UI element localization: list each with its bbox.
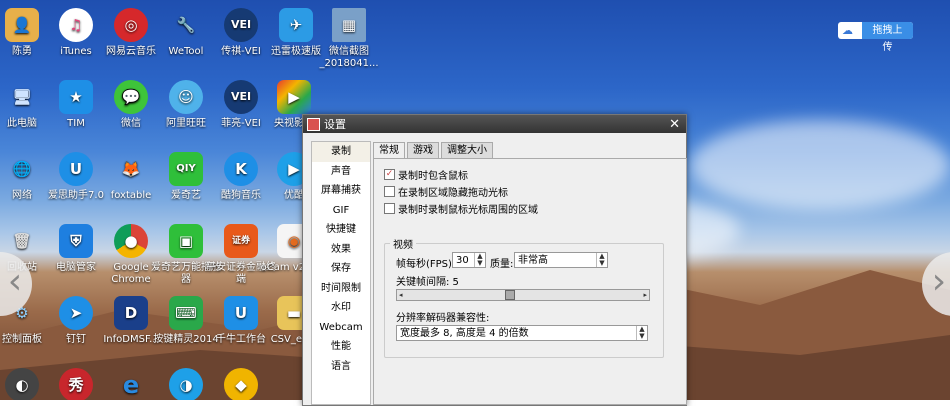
i4-icon: U [59, 152, 93, 186]
settings-dialog: 设置 ✕ 录制 声音 屏幕捕获 GIF 快捷键 效果 保存 时间限制 水印 We… [302, 114, 687, 406]
fox-icon: 🦊 [121, 160, 141, 178]
wangwang-icon: ☺ [169, 80, 203, 114]
sidebar-item-hotkeys[interactable]: 快捷键 [312, 220, 370, 240]
kugou-icon: K [224, 152, 258, 186]
ie-icon: e [122, 371, 140, 399]
drag-upload-button[interactable]: ☁ 拖拽上传 [838, 22, 913, 53]
unchecked-box [384, 186, 395, 197]
netease-music-icon: ◎ [114, 8, 148, 42]
sidebar-item-performance[interactable]: 性能 [312, 337, 370, 357]
unchecked-box [384, 203, 395, 214]
keyframe-slider[interactable]: ◂ ▸ [396, 289, 650, 301]
infodms-icon: D [114, 296, 148, 330]
vei-icon: VEI [224, 8, 258, 42]
chrome-icon: ● [114, 224, 148, 258]
resolution-label: 分辨率解码器兼容性: [396, 313, 490, 324]
sidebar-item-save[interactable]: 保存 [312, 259, 370, 279]
dialog-titlebar[interactable]: 设置 ✕ [303, 115, 686, 133]
sidebar-item-effects[interactable]: 效果 [312, 240, 370, 260]
desktop-icon-screenshot[interactable]: ▦ 微信截图_2018041... [313, 8, 385, 70]
slider-left-arrow-icon[interactable]: ◂ [399, 290, 403, 300]
pingan-icon: 证券 [224, 224, 258, 258]
chevron-left-icon: ‹ [7, 261, 23, 302]
bird-icon: ✈ [279, 8, 313, 42]
settings-tabs: 常规 游戏 调整大小 [373, 142, 495, 159]
sidebar-item-screen-capture[interactable]: 屏幕捕获 [312, 181, 370, 201]
sidebar-item-webcam[interactable]: Webcam [312, 318, 370, 338]
resolution-select[interactable]: 宽度最多 8, 高度是 4 的倍数 ▲ ▼ [396, 325, 648, 341]
quality-label: 质量: [490, 259, 514, 270]
app-logo-icon [307, 117, 320, 131]
network-icon: 🌐 [12, 160, 32, 178]
tab-general[interactable]: 常规 [373, 142, 405, 159]
fps-input[interactable]: 30 ▲ ▼ [452, 252, 486, 268]
itunes-icon: ♫ [59, 8, 93, 42]
iqiyi-icon: QIY [169, 152, 203, 186]
computer-icon: 🖥 [12, 88, 32, 106]
fps-label: 帧每秒(FPS): [396, 259, 456, 270]
keyboard-wizard-icon: ⌨ [169, 296, 203, 330]
checkmark-icon: ✓ [384, 169, 395, 180]
dingtalk-icon: ➤ [59, 296, 93, 330]
vei-icon: VEI [224, 80, 258, 114]
tab-resize[interactable]: 调整大小 [441, 142, 493, 158]
tab-game[interactable]: 游戏 [407, 142, 439, 158]
spin-arrows-icon[interactable]: ▲ ▼ [474, 253, 485, 267]
sidebar-item-record[interactable]: 录制 [312, 142, 370, 162]
dialog-title: 设置 [324, 118, 346, 131]
spin-arrows-icon[interactable]: ▲ ▼ [636, 326, 647, 340]
star-icon: ★ [59, 80, 93, 114]
close-icon[interactable]: ✕ [669, 117, 680, 132]
slider-right-arrow-icon[interactable]: ▸ [643, 290, 647, 300]
slider-thumb[interactable] [505, 290, 515, 300]
record-cursor-area-checkbox[interactable]: 录制时录制鼠标光标周围的区域 [384, 201, 538, 216]
keyframe-label: 关键帧间隔: 5 [396, 277, 459, 288]
sidebar-item-watermark[interactable]: 水印 [312, 298, 370, 318]
desktop-icon-partial-5[interactable]: ◆ [205, 368, 277, 400]
image-file-icon: ▦ [332, 8, 366, 42]
baidu-cloud-icon: ☁ [842, 23, 853, 37]
quality-select[interactable]: 非常高 ▲ ▼ [514, 252, 608, 268]
shield-icon: ⛨ [59, 224, 93, 258]
sidebar-item-language[interactable]: 语言 [312, 357, 370, 377]
include-cursor-checkbox[interactable]: ✓ 录制时包含鼠标 [384, 167, 468, 182]
qianniu-icon: U [224, 296, 258, 330]
hide-drag-cursor-checkbox[interactable]: 在录制区域隐藏拖动光标 [384, 184, 508, 199]
settings-sidebar: 录制 声音 屏幕捕获 GIF 快捷键 效果 保存 时间限制 水印 Webcam … [311, 141, 371, 405]
wrench-icon: 🔧 [176, 16, 196, 34]
user-folder-icon: 👤 [5, 8, 39, 42]
sidebar-item-time-limit[interactable]: 时间限制 [312, 279, 370, 299]
sidebar-item-gif[interactable]: GIF [312, 201, 370, 221]
app-icon: ◆ [224, 368, 258, 400]
chevron-right-icon: › [931, 261, 947, 302]
play-icon: ▶ [277, 80, 311, 114]
sidebar-item-sound[interactable]: 声音 [312, 162, 370, 182]
general-panel: ✓ 录制时包含鼠标 在录制区域隐藏拖动光标 录制时录制鼠标光标周围的区域 视频 … [373, 158, 687, 405]
app-icon: ◐ [5, 368, 39, 400]
iqiyi-player-icon: ▣ [169, 224, 203, 258]
app-icon: 秀 [59, 368, 93, 400]
app-icon: ◑ [169, 368, 203, 400]
video-group-label: 视频 [390, 236, 416, 251]
spin-arrows-icon[interactable]: ▲ ▼ [596, 253, 607, 267]
wechat-icon: 💬 [114, 80, 148, 114]
